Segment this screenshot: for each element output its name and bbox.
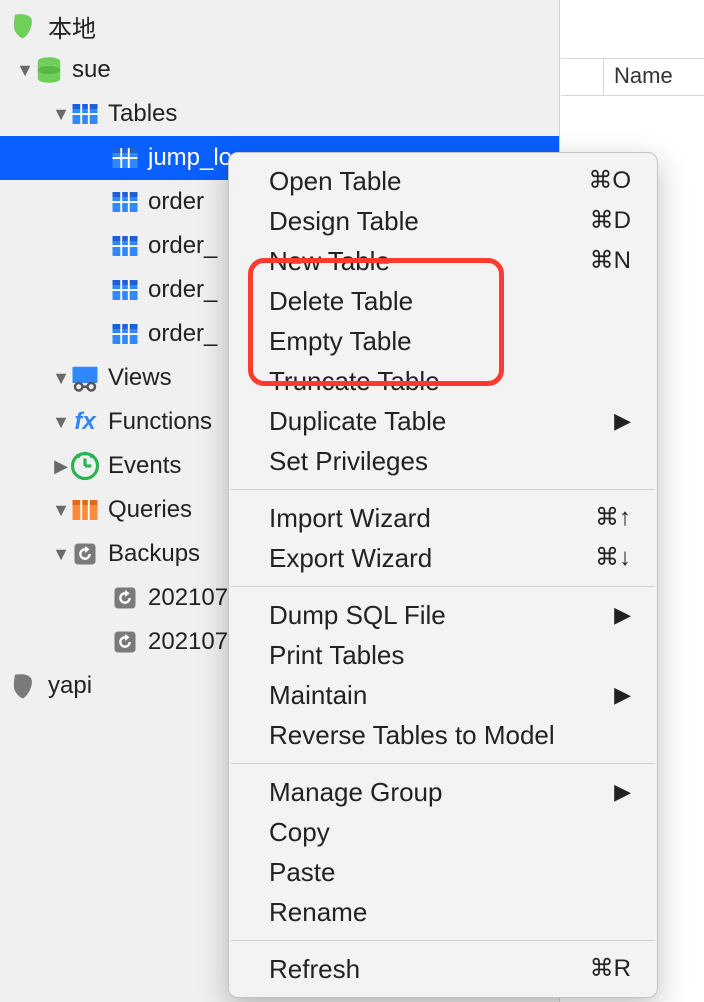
menu-manage-group[interactable]: Manage Group ▶ — [229, 772, 657, 812]
table-icon — [110, 231, 140, 261]
table-icon — [110, 187, 140, 217]
menu-print-tables[interactable]: Print Tables — [229, 635, 657, 675]
menu-label: Reverse Tables to Model — [269, 717, 555, 753]
menu-label: Maintain — [269, 677, 367, 713]
tree-label: order_ — [148, 232, 217, 260]
menu-label: Paste — [269, 854, 336, 890]
tree-label: 202107 — [148, 628, 228, 656]
submenu-arrow-icon: ▶ — [614, 677, 631, 713]
tree-label: Events — [108, 452, 181, 480]
expand-icon[interactable]: ▼ — [52, 412, 70, 433]
menu-separator — [231, 940, 655, 941]
expand-icon[interactable]: ▼ — [52, 544, 70, 565]
menu-label: Export Wizard — [269, 540, 432, 576]
queries-icon — [70, 495, 100, 525]
tree-label: 202107 — [148, 584, 228, 612]
tree-database[interactable]: ▼ sue — [0, 48, 559, 92]
menu-import-wizard[interactable]: Import Wizard ⌘↑ — [229, 498, 657, 538]
menu-empty-table[interactable]: Empty Table — [229, 321, 657, 361]
expand-icon[interactable]: ▶ — [52, 456, 70, 477]
table-icon — [110, 143, 140, 173]
backups-icon — [70, 539, 100, 569]
connection-icon — [10, 11, 40, 41]
tree-label: Tables — [108, 100, 177, 128]
tree-label: 本地 — [48, 9, 96, 44]
backup-file-icon — [110, 583, 140, 613]
menu-label: Refresh — [269, 951, 360, 987]
menu-open-table[interactable]: Open Table ⌘O — [229, 161, 657, 201]
expand-icon[interactable]: ▼ — [52, 104, 70, 125]
menu-label: Manage Group — [269, 774, 442, 810]
backup-file-icon — [110, 627, 140, 657]
menu-paste[interactable]: Paste — [229, 852, 657, 892]
menu-duplicate-table[interactable]: Duplicate Table ▶ — [229, 401, 657, 441]
expand-icon[interactable]: ▼ — [16, 60, 34, 81]
shortcut: ⌘N — [590, 243, 631, 279]
menu-label: Copy — [269, 814, 330, 850]
menu-label: Import Wizard — [269, 500, 431, 536]
menu-dump-sql[interactable]: Dump SQL File ▶ — [229, 595, 657, 635]
shortcut: ⌘R — [590, 951, 631, 987]
shortcut: ⌘↑ — [595, 500, 631, 536]
column-name[interactable]: Name — [603, 59, 683, 95]
menu-truncate-table[interactable]: Truncate Table — [229, 361, 657, 401]
menu-label: Duplicate Table — [269, 403, 446, 439]
tree-label: order_ — [148, 276, 217, 304]
table-icon — [110, 275, 140, 305]
tree-label: yapi — [48, 672, 92, 700]
menu-refresh[interactable]: Refresh ⌘R — [229, 949, 657, 989]
menu-label: Open Table — [269, 163, 402, 199]
shortcut: ⌘D — [590, 203, 631, 239]
table-icon — [110, 319, 140, 349]
shortcut: ⌘↓ — [595, 540, 631, 576]
tree-label: Queries — [108, 496, 192, 524]
menu-label: Truncate Table — [269, 363, 440, 399]
menu-set-privileges[interactable]: Set Privileges — [229, 441, 657, 481]
tree-label: Views — [108, 364, 172, 392]
tree-label: Backups — [108, 540, 200, 568]
menu-separator — [231, 489, 655, 490]
views-icon — [70, 363, 100, 393]
menu-reverse[interactable]: Reverse Tables to Model — [229, 715, 657, 755]
tree-label: order — [148, 188, 204, 216]
submenu-arrow-icon: ▶ — [614, 597, 631, 633]
tree-label: sue — [72, 56, 111, 84]
menu-label: Rename — [269, 894, 367, 930]
menu-label: Set Privileges — [269, 443, 428, 479]
tree-label: Functions — [108, 408, 212, 436]
expand-icon[interactable]: ▼ — [52, 500, 70, 521]
database-icon — [34, 55, 64, 85]
menu-label: Design Table — [269, 203, 419, 239]
menu-label: Dump SQL File — [269, 597, 446, 633]
context-menu: Open Table ⌘O Design Table ⌘D New Table … — [228, 152, 658, 998]
tree-label: order_ — [148, 320, 217, 348]
menu-label: New Table — [269, 243, 390, 279]
menu-label: Empty Table — [269, 323, 412, 359]
menu-delete-table[interactable]: Delete Table — [229, 281, 657, 321]
menu-separator — [231, 586, 655, 587]
events-icon — [70, 451, 100, 481]
submenu-arrow-icon: ▶ — [614, 403, 631, 439]
menu-label: Delete Table — [269, 283, 413, 319]
menu-separator — [231, 763, 655, 764]
menu-design-table[interactable]: Design Table ⌘D — [229, 201, 657, 241]
expand-icon[interactable]: ▼ — [52, 368, 70, 389]
tree-tables-node[interactable]: ▼ Tables — [0, 92, 559, 136]
menu-rename[interactable]: Rename — [229, 892, 657, 932]
tree-connection[interactable]: 本地 — [0, 4, 559, 48]
table-icon — [70, 99, 100, 129]
menu-export-wizard[interactable]: Export Wizard ⌘↓ — [229, 538, 657, 578]
menu-new-table[interactable]: New Table ⌘N — [229, 241, 657, 281]
database-icon — [10, 671, 40, 701]
submenu-arrow-icon: ▶ — [614, 774, 631, 810]
functions-icon: fx — [70, 407, 100, 437]
menu-copy[interactable]: Copy — [229, 812, 657, 852]
menu-maintain[interactable]: Maintain ▶ — [229, 675, 657, 715]
menu-label: Print Tables — [269, 637, 404, 673]
table-header: Name — [561, 58, 704, 96]
shortcut: ⌘O — [588, 163, 631, 199]
